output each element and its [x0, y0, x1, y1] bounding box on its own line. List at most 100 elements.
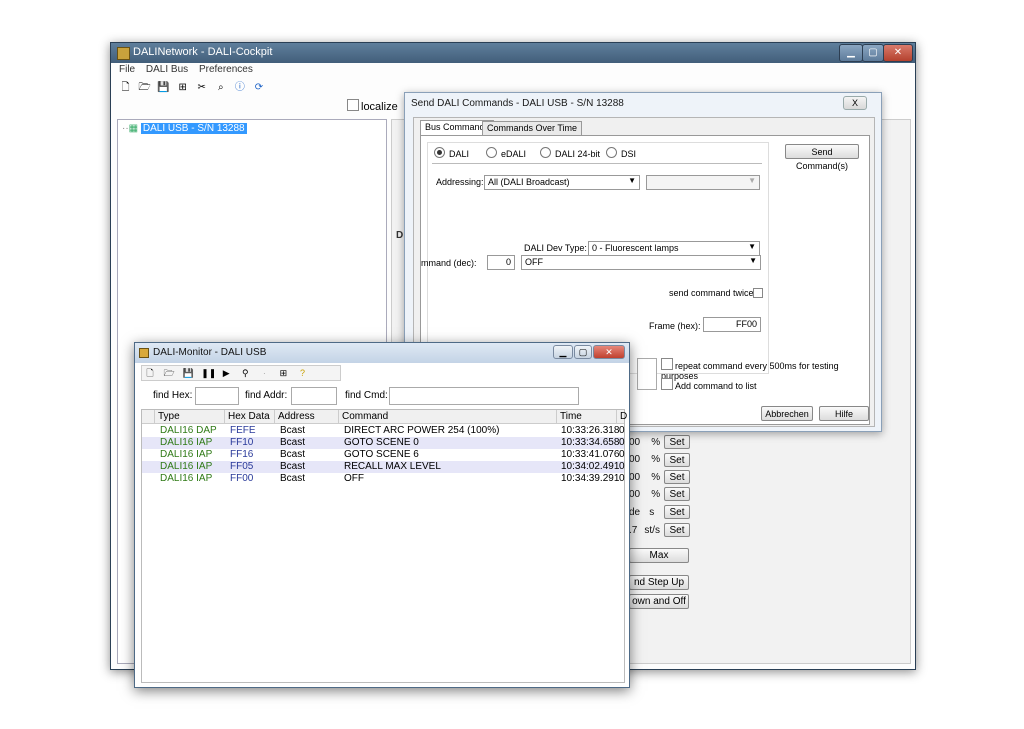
- add-to-list-option[interactable]: Add command to list: [661, 378, 757, 391]
- col-type[interactable]: Type: [154, 410, 224, 424]
- max-button[interactable]: Max: [629, 548, 689, 563]
- repeat-checkbox[interactable]: [661, 358, 673, 370]
- cell-hex: FF00: [230, 473, 254, 484]
- monitor-maximize-button[interactable]: ▢: [574, 345, 592, 359]
- help-button[interactable]: Hilfe: [819, 406, 869, 421]
- send-commands-button[interactable]: Send Command(s): [785, 144, 859, 171]
- set-button[interactable]: Set: [664, 487, 690, 501]
- open-folder-icon[interactable]: 🗁: [138, 81, 151, 94]
- cell-d: 0: [619, 449, 625, 460]
- cell-command: GOTO SCENE 6: [344, 449, 419, 460]
- radio-dali-24bit[interactable]: DALI 24-bit: [540, 147, 600, 159]
- tab-commands-over-time[interactable]: Commands Over Time: [482, 121, 583, 136]
- table-row[interactable]: DALI16 DAP FEFE Bcast DIRECT ARC POWER 2…: [142, 425, 625, 437]
- command-select[interactable]: OFF ▼: [521, 255, 761, 270]
- radio-dot[interactable]: [434, 147, 445, 158]
- monitor-titlebar[interactable]: DALI-Monitor - DALI USB ▁ ▢ ✕: [135, 343, 629, 363]
- save-icon[interactable]: 💾: [157, 81, 170, 94]
- addressing-select[interactable]: All (DALI Broadcast) ▼: [484, 175, 640, 190]
- command-value: OFF: [525, 257, 543, 267]
- set-button[interactable]: Set: [664, 470, 690, 484]
- frame-hex-input[interactable]: FF00: [703, 317, 761, 332]
- table-row[interactable]: DALI16 IAP FF00 Bcast OFF 10:34:39.291 0: [142, 473, 625, 485]
- close-button[interactable]: ✕: [883, 44, 913, 62]
- frame-hex-label: Frame (hex):: [649, 321, 701, 331]
- refresh-icon[interactable]: ⟳: [252, 81, 265, 94]
- radio-dot[interactable]: [540, 147, 551, 158]
- radio-dot[interactable]: [606, 147, 617, 158]
- pause-icon[interactable]: ❚❚: [201, 367, 216, 379]
- cancel-button[interactable]: Abbrechen: [761, 406, 813, 421]
- main-titlebar[interactable]: DALINetwork - DALI-Cockpit ▁ ▢ ✕: [111, 43, 915, 63]
- menu-file[interactable]: File: [119, 64, 135, 75]
- row-value: 00: [629, 437, 641, 448]
- find-hex-input[interactable]: [195, 387, 239, 405]
- cell-type: DALI16 IAP: [160, 449, 213, 460]
- filter-icon[interactable]: ·: [258, 367, 270, 379]
- minimize-button[interactable]: ▁: [839, 44, 863, 62]
- row-unit: %: [651, 454, 661, 465]
- search-icon[interactable]: ⌕: [214, 81, 227, 94]
- radio-dali[interactable]: DALI: [434, 147, 469, 159]
- pin-icon[interactable]: ⚲: [239, 367, 251, 379]
- open-folder-icon[interactable]: 🗁: [163, 367, 175, 379]
- maximize-button[interactable]: ▢: [862, 44, 884, 62]
- network-icon[interactable]: ⊞: [176, 81, 189, 94]
- send-twice-checkbox[interactable]: [753, 288, 763, 298]
- col-hex-data[interactable]: Hex Data: [224, 410, 274, 424]
- find-cmd-input[interactable]: [389, 387, 579, 405]
- monitor-minimize-button[interactable]: ▁: [553, 345, 573, 359]
- monitor-close-button[interactable]: ✕: [593, 345, 625, 359]
- menu-preferences[interactable]: Preferences: [199, 64, 253, 75]
- table-row[interactable]: DALI16 IAP FF16 Bcast GOTO SCENE 6 10:33…: [142, 449, 625, 461]
- add-to-list-checkbox[interactable]: [661, 378, 673, 390]
- radio-label: eDALI: [501, 149, 527, 159]
- step-up-button[interactable]: nd Step Up: [629, 575, 689, 590]
- radio-edali[interactable]: eDALI: [486, 147, 526, 159]
- command-dec-input[interactable]: 0: [487, 255, 515, 270]
- menu-dali-bus[interactable]: DALI Bus: [146, 64, 188, 75]
- dev-type-select[interactable]: 0 - Fluorescent lamps ▼: [588, 241, 760, 256]
- col-d[interactable]: D: [616, 410, 627, 424]
- dali-monitor-window: DALI-Monitor - DALI USB ▁ ▢ ✕ 🗋 🗁 💾 ❚❚ ▶…: [134, 342, 630, 688]
- radio-dot[interactable]: [486, 147, 497, 158]
- tree-item-dali-usb[interactable]: ··▦ DALI USB - S/N 13288: [122, 123, 247, 134]
- set-button[interactable]: Set: [664, 505, 690, 519]
- find-addr-input[interactable]: [291, 387, 337, 405]
- addressing-value: All (DALI Broadcast): [488, 177, 570, 187]
- localize-checkbox[interactable]: localize: [347, 99, 398, 113]
- info-icon[interactable]: ⓘ: [233, 81, 246, 94]
- play-icon[interactable]: ▶: [220, 367, 232, 379]
- find-hex-label: find Hex:: [153, 390, 193, 401]
- address-detail-select[interactable]: ▼: [646, 175, 760, 190]
- set-button[interactable]: Set: [664, 453, 690, 467]
- radio-dsi[interactable]: DSI: [606, 147, 636, 159]
- down-and-off-button[interactable]: own and Off: [629, 594, 689, 609]
- cell-address: Bcast: [280, 437, 306, 448]
- col-address[interactable]: Address: [274, 410, 338, 424]
- col-command[interactable]: Command: [338, 410, 556, 424]
- tools-icon[interactable]: ✂: [195, 81, 208, 94]
- checkbox-box[interactable]: [347, 99, 359, 111]
- set-button[interactable]: Set: [664, 435, 690, 449]
- dialog-close-button[interactable]: X: [843, 96, 867, 110]
- cell-hex: FEFE: [230, 425, 256, 436]
- network-icon[interactable]: ⊞: [277, 367, 289, 379]
- set-button[interactable]: Set: [664, 523, 690, 537]
- find-cmd-label: find Cmd:: [345, 390, 388, 401]
- row-value: 00: [629, 472, 641, 483]
- monitor-table[interactable]: Type Hex Data Address Command Time D DAL…: [141, 409, 627, 683]
- help-icon[interactable]: ?: [297, 367, 309, 379]
- cell-address: Bcast: [280, 449, 306, 460]
- app-icon: [117, 47, 130, 60]
- col-time[interactable]: Time: [556, 410, 616, 424]
- new-file-icon[interactable]: 🗋: [119, 81, 132, 94]
- value-row-4: 00 %: [629, 488, 660, 500]
- list-box[interactable]: [637, 358, 657, 390]
- table-row[interactable]: DALI16 IAP FF05 Bcast RECALL MAX LEVEL 1…: [142, 461, 625, 473]
- find-addr-label: find Addr:: [245, 390, 288, 401]
- dev-type-label: DALI Dev Type:: [524, 243, 587, 253]
- new-log-icon[interactable]: 🗋: [144, 367, 156, 379]
- table-row[interactable]: DALI16 IAP FF10 Bcast GOTO SCENE 0 10:33…: [142, 437, 625, 449]
- save-icon[interactable]: 💾: [182, 367, 194, 379]
